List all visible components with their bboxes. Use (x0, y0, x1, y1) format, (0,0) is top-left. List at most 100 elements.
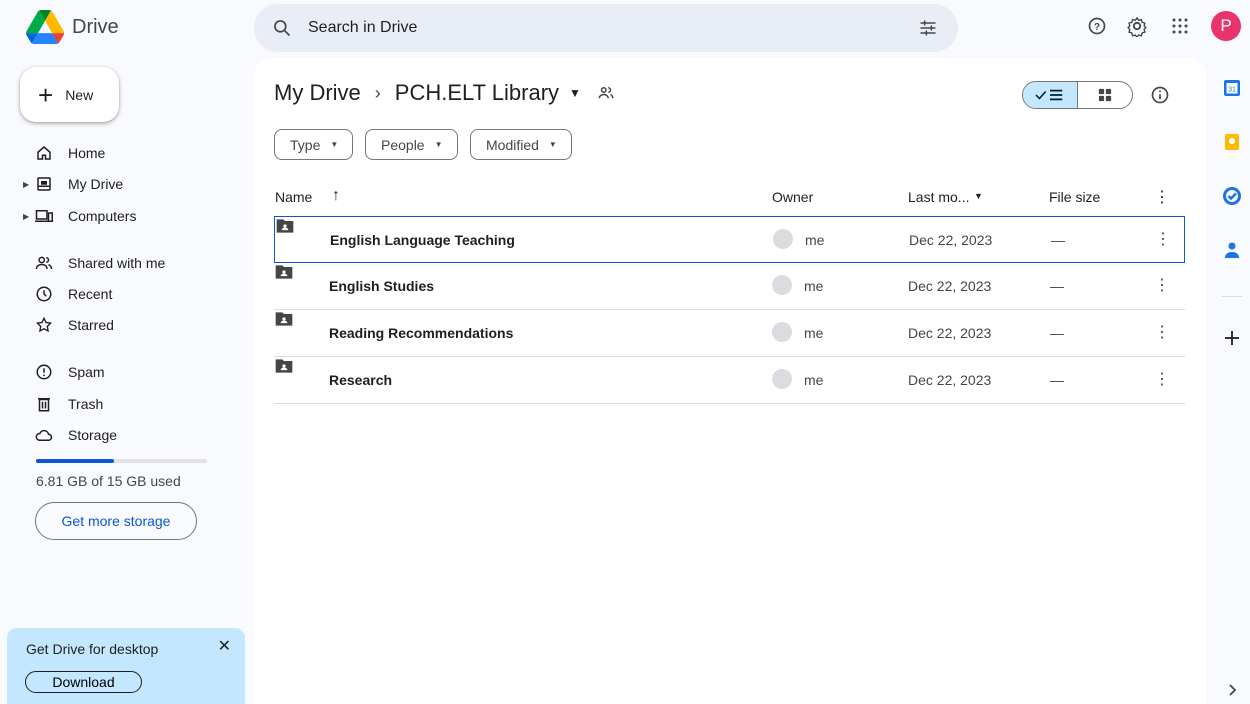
calendar-icon[interactable]: 31 (1222, 78, 1242, 98)
file-name: Research (329, 372, 393, 388)
view-toggle (1022, 81, 1133, 109)
more-actions-icon[interactable]: ⋮ (1154, 369, 1170, 389)
computers-icon (32, 207, 56, 225)
column-file-size[interactable]: File size (1049, 189, 1100, 205)
sidebar-item-recent[interactable]: Recent (24, 282, 112, 306)
list-view-button[interactable] (1023, 82, 1078, 108)
desktop-promo-banner: Get Drive for desktop ✕ Download (7, 628, 245, 704)
tasks-icon[interactable] (1222, 186, 1242, 206)
new-button-label: New (65, 86, 94, 103)
breadcrumb-my-drive[interactable]: My Drive (274, 80, 361, 106)
filter-type-chip[interactable]: Type ▼ (274, 129, 354, 160)
new-button[interactable]: + New (20, 67, 119, 122)
svg-text:31: 31 (1228, 87, 1236, 94)
contacts-icon[interactable] (1222, 240, 1242, 260)
trash-icon (32, 395, 56, 413)
home-icon (32, 144, 56, 162)
shared-folder-icon (276, 219, 294, 233)
search-icon[interactable] (272, 18, 292, 38)
app-name: Drive (72, 15, 119, 38)
sidebar-item-spam[interactable]: Spam (24, 360, 105, 384)
settings-icon[interactable] (1125, 14, 1149, 38)
sidebar-item-trash[interactable]: Trash (24, 392, 103, 416)
column-last-modified[interactable]: Last mo... (908, 189, 969, 205)
file-owner: me (804, 325, 824, 341)
breadcrumb-separator: › (374, 82, 381, 103)
file-size: — (1050, 278, 1064, 294)
sidebar-item-home[interactable]: Home (24, 141, 105, 165)
file-size: — (1050, 372, 1064, 388)
table-row[interactable]: English Language Teaching me Dec 22, 202… (274, 216, 1185, 263)
file-size: — (1051, 232, 1065, 248)
cloud-icon (32, 426, 56, 444)
search-options-icon[interactable] (918, 18, 938, 38)
grid-view-button[interactable] (1078, 82, 1132, 108)
file-modified: Dec 22, 2023 (909, 232, 993, 248)
more-actions-icon[interactable]: ⋮ (1155, 229, 1171, 249)
chevron-right-icon[interactable] (1222, 680, 1242, 700)
more-actions-icon[interactable]: ⋮ (1154, 275, 1170, 295)
file-size: — (1050, 325, 1064, 341)
sidebar-item-shared-with-me[interactable]: Shared with me (24, 251, 165, 275)
shared-icon (32, 254, 56, 272)
sidebar-item-starred[interactable]: Starred (24, 313, 114, 337)
file-name: English Studies (329, 278, 435, 294)
file-owner: me (804, 278, 824, 294)
storage-progress-bar (36, 459, 207, 463)
breadcrumb-current-folder[interactable]: PCH.ELT Library (395, 80, 559, 106)
expand-caret-icon[interactable]: ▶ (23, 212, 29, 221)
dropdown-arrow-icon: ▼ (434, 140, 443, 149)
shared-folder-icon (275, 265, 293, 279)
file-name: English Language Teaching (330, 232, 515, 248)
storage-usage-text: 6.81 GB of 15 GB used (36, 473, 181, 489)
table-header: Name ↑ Owner Last mo... ▼ File size ⋮ (274, 185, 1185, 213)
file-modified: Dec 22, 2023 (908, 325, 992, 341)
checkmark-list-icon (1035, 89, 1063, 101)
filter-people-chip[interactable]: People ▼ (365, 129, 458, 160)
shared-folder-icon (275, 312, 293, 326)
file-owner: me (804, 372, 824, 388)
folder-menu-dropdown-icon[interactable]: ▼ (569, 86, 581, 100)
grid-icon (1098, 88, 1112, 102)
help-icon[interactable]: ? (1085, 14, 1109, 38)
svg-text:?: ? (1094, 22, 1100, 33)
info-icon[interactable] (1150, 85, 1170, 105)
get-more-storage-button[interactable]: Get more storage (35, 502, 197, 540)
sort-ascending-icon[interactable]: ↑ (332, 187, 340, 205)
column-options-icon[interactable]: ⋮ (1154, 187, 1170, 207)
keep-icon[interactable] (1222, 132, 1242, 152)
expand-caret-icon[interactable]: ▶ (23, 180, 29, 189)
search-input[interactable]: Search in Drive (308, 19, 417, 37)
shared-folder-icon[interactable] (597, 84, 615, 102)
search-bar[interactable]: Search in Drive (254, 4, 958, 52)
table-row[interactable]: Reading Recommendations me Dec 22, 2023 … (274, 310, 1185, 357)
column-dropdown-icon[interactable]: ▼ (974, 191, 983, 201)
sidebar-item-my-drive[interactable]: ▶ My Drive (23, 172, 123, 196)
table-row[interactable]: Research me Dec 22, 2023 — ⋮ (274, 357, 1185, 404)
file-owner: me (805, 232, 825, 248)
storage-progress-fill (36, 459, 114, 463)
shared-folder-icon (275, 359, 293, 373)
account-avatar[interactable]: P (1211, 11, 1241, 41)
sidebar-item-computers[interactable]: ▶ Computers (23, 204, 136, 228)
apps-grid-icon[interactable] (1168, 14, 1192, 38)
column-name[interactable]: Name (275, 189, 312, 205)
spam-icon (32, 363, 56, 381)
main-panel: My Drive › PCH.ELT Library ▼ Type ▼ Peopl… (254, 59, 1205, 704)
table-row[interactable]: English Studies me Dec 22, 2023 — ⋮ (274, 263, 1185, 310)
drive-logo[interactable]: Drive (26, 10, 119, 44)
more-actions-icon[interactable]: ⋮ (1154, 322, 1170, 342)
close-icon[interactable]: ✕ (218, 636, 231, 656)
owner-avatar (772, 322, 792, 342)
owner-avatar (773, 229, 793, 249)
column-owner[interactable]: Owner (772, 189, 813, 205)
side-panel-divider (1222, 296, 1242, 297)
owner-avatar (772, 275, 792, 295)
download-button[interactable]: Download (25, 671, 142, 693)
dropdown-arrow-icon: ▼ (548, 140, 557, 149)
owner-avatar (772, 369, 792, 389)
add-addon-icon[interactable] (1222, 328, 1242, 348)
filter-modified-chip[interactable]: Modified ▼ (470, 129, 572, 160)
file-modified: Dec 22, 2023 (908, 278, 992, 294)
sidebar-item-storage[interactable]: Storage (24, 423, 117, 447)
